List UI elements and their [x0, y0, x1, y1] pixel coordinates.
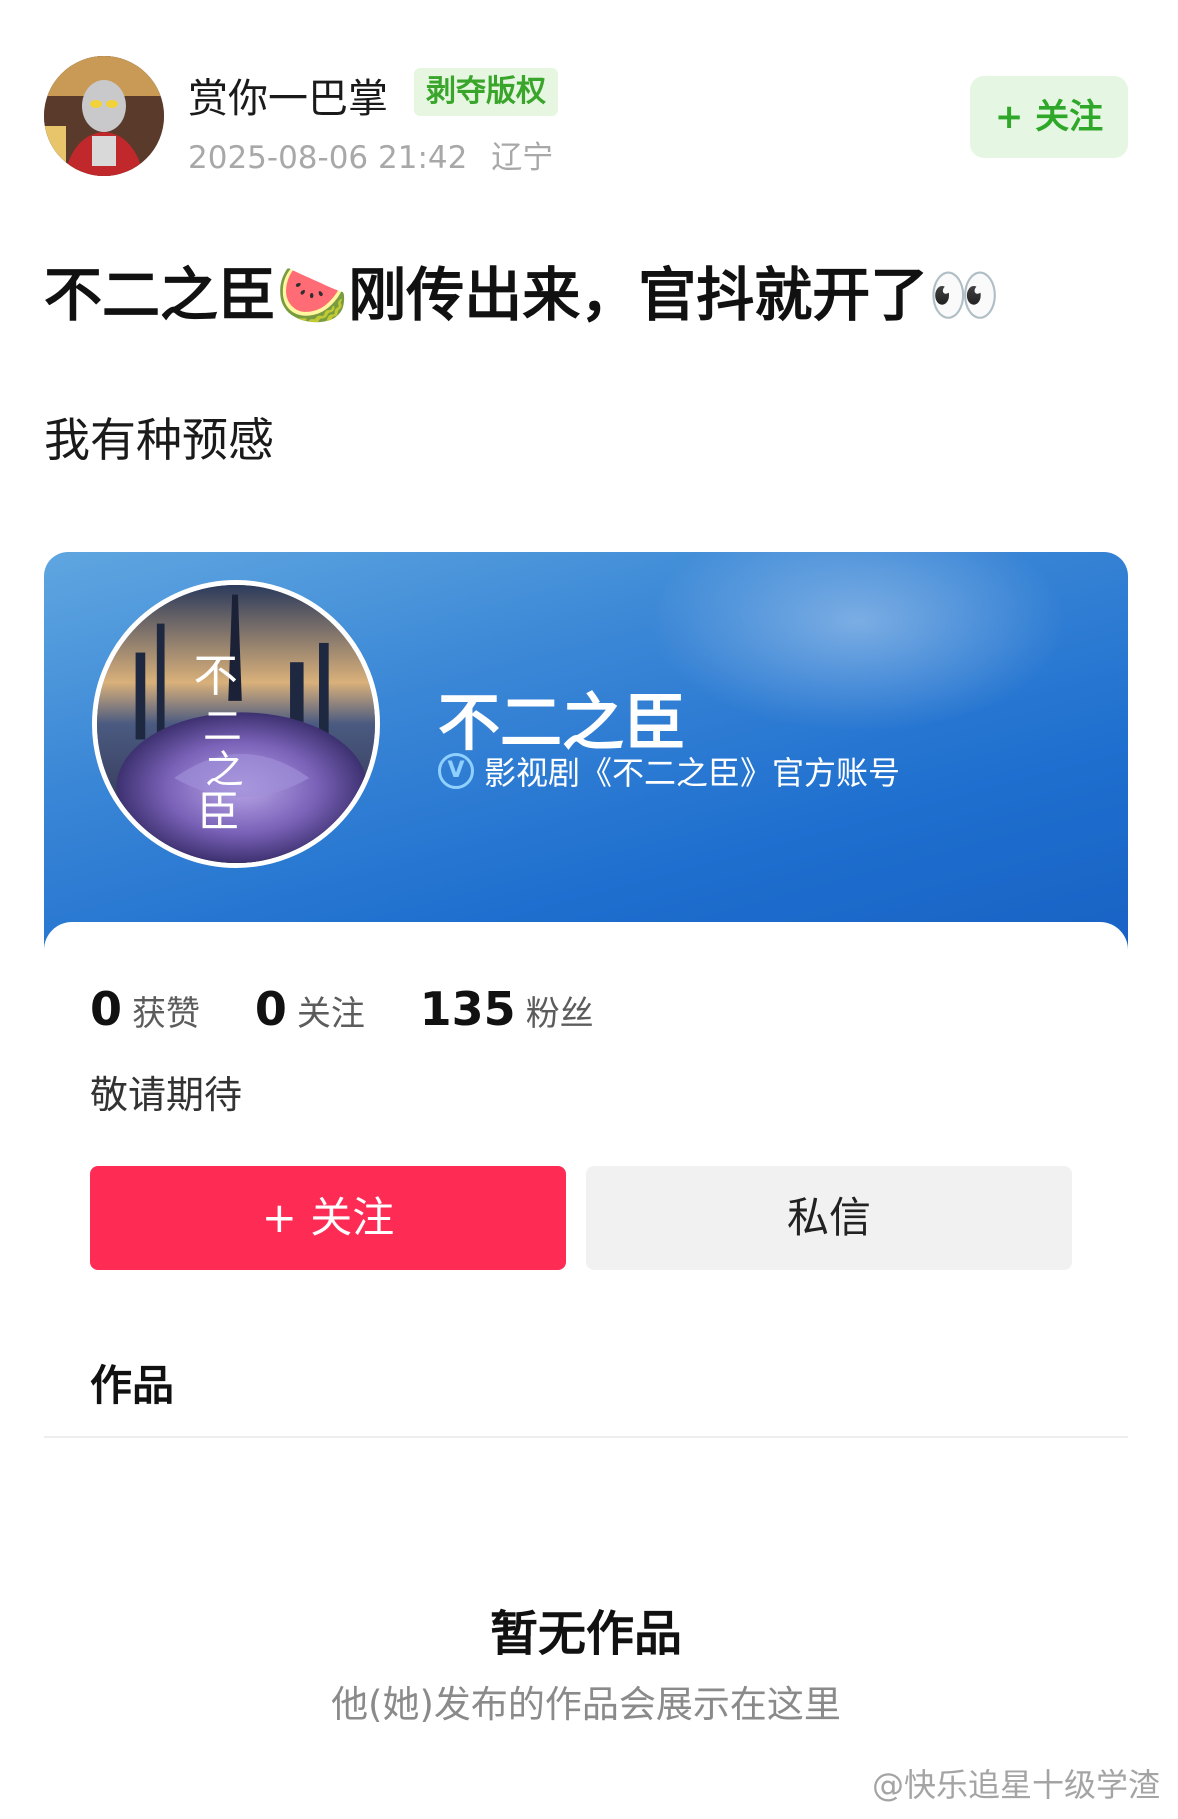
author-avatar-image — [44, 56, 164, 176]
banner-glow — [648, 552, 1068, 732]
post-location: 辽宁 — [491, 140, 554, 176]
author-name[interactable]: 赏你一巴掌 — [188, 66, 388, 124]
stat-following-label: 关注 — [296, 994, 365, 1034]
tab-works[interactable]: 作品 — [90, 1352, 174, 1413]
post-title: 不二之臣🍉刚传出来，官抖就开了👀 — [44, 261, 1001, 329]
profile-bio: 敬请期待 — [90, 1073, 243, 1117]
post-body: 我有种预感 — [44, 413, 274, 467]
poster-title-glyph-3: 之 — [205, 748, 244, 793]
post-timestamp: 2025-08-06 21:42 — [188, 140, 468, 176]
stat-following[interactable]: 0 关注 — [255, 982, 365, 1036]
empty-works-subtitle: 他(她)发布的作品会展示在这里 — [331, 1683, 841, 1726]
empty-works-title: 暂无作品 — [489, 1606, 682, 1662]
post-meta: 2025-08-06 21:42 辽宁 — [188, 132, 553, 177]
verified-icon: V — [438, 753, 474, 789]
tab-divider — [44, 1436, 1128, 1438]
stat-followers-label: 粉丝 — [525, 994, 594, 1034]
verified-text: 影视剧《不二之臣》官方账号 — [484, 754, 901, 792]
profile-stats: 0 获赞 0 关注 135 粉丝 — [90, 982, 638, 1036]
stat-likes[interactable]: 0 获赞 — [90, 982, 201, 1036]
stat-following-value: 0 — [254, 982, 287, 1036]
follow-author-button[interactable]: + 关注 — [970, 76, 1128, 158]
drama-poster-image: 不 二 之 臣 — [97, 585, 375, 863]
embedded-profile-card: 不 二 之 臣 不二之臣 V 影视剧《不二之臣》官方账号 0 获赞 0 关注 135… — [44, 552, 1128, 1819]
profile-banner: 不 二 之 臣 不二之臣 V 影视剧《不二之臣》官方账号 — [44, 552, 1128, 952]
author-avatar[interactable] — [44, 56, 164, 176]
stat-followers-value: 135 — [419, 982, 516, 1036]
account-avatar[interactable]: 不 二 之 臣 — [92, 580, 380, 868]
stat-followers[interactable]: 135 粉丝 — [420, 982, 594, 1036]
poster-title-glyph-4: 臣 — [197, 788, 239, 837]
poster-title-glyph-2: 二 — [203, 704, 242, 749]
watermark-text: @快乐追星十级学渣 — [871, 1766, 1160, 1804]
message-button[interactable]: 私信 — [586, 1166, 1072, 1270]
follow-button[interactable]: + 关注 — [90, 1166, 566, 1270]
stat-likes-label: 获赞 — [132, 994, 201, 1034]
verified-line: V 影视剧《不二之臣》官方账号 — [438, 748, 900, 794]
author-badge: 剥夺版权 — [414, 68, 558, 116]
profile-sheet: 0 获赞 0 关注 135 粉丝 敬请期待 + 关注 私信 作品 暂无作品 他(她)发… — [44, 922, 1128, 1819]
stat-likes-value: 0 — [90, 982, 123, 1036]
poster-title-glyph-1: 不 — [194, 651, 238, 702]
